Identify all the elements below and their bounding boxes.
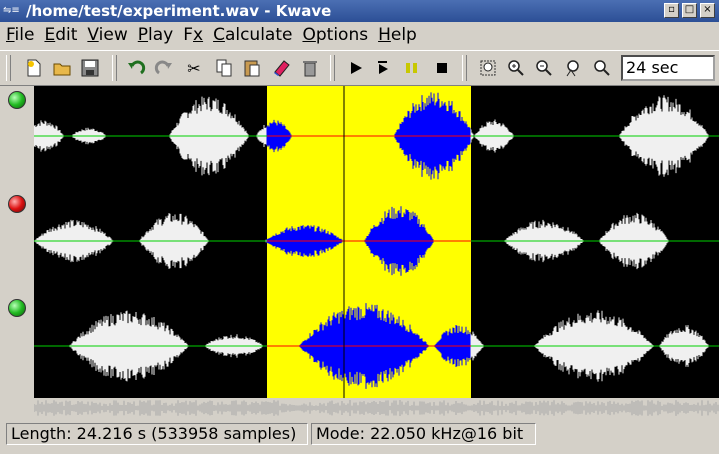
menu-fx-mnemonic: F: [183, 25, 193, 45]
undo-icon[interactable]: [124, 56, 148, 80]
pause-icon[interactable]: [400, 56, 424, 80]
menu-calculate[interactable]: Calculate: [213, 25, 292, 45]
menu-view-mnemonic: V: [87, 25, 99, 45]
erase-icon[interactable]: [270, 56, 294, 80]
menu-fx[interactable]: Fx: [183, 25, 203, 45]
overview-waveform: [33, 400, 719, 416]
toolbar-separator: [112, 55, 117, 81]
menu-calculate-label: alculate: [224, 25, 293, 45]
menu-edit-label: dit: [55, 25, 78, 45]
delete-icon[interactable]: [298, 56, 322, 80]
status-bar: Length: 24.216 s (533958 samples) Mode: …: [0, 421, 719, 447]
maximize-button[interactable]: □: [682, 3, 697, 18]
track-2-enable-led[interactable]: [8, 195, 26, 213]
track-panel: [0, 86, 34, 398]
menu-help-label: elp: [390, 25, 417, 45]
zoom-combo-value: 24 sec: [626, 58, 679, 77]
app-menu-icon[interactable]: ⇋≡: [3, 3, 23, 18]
menu-bar: File Edit View Play Fx Calculate Options…: [0, 22, 719, 48]
menu-options-label: ptions: [315, 25, 369, 45]
menu-options-mnemonic: O: [302, 25, 316, 45]
track-3-enable-led[interactable]: [8, 299, 26, 317]
zoom-combo[interactable]: 24 sec: [621, 55, 715, 81]
cut-icon[interactable]: ✂: [182, 56, 206, 80]
menu-file-label: ile: [14, 25, 35, 45]
track-3-waveform[interactable]: [34, 303, 719, 389]
stop-icon[interactable]: [430, 56, 454, 80]
menu-options[interactable]: Options: [302, 25, 368, 45]
menu-help-mnemonic: H: [378, 25, 391, 45]
toolbar-separator: [330, 55, 335, 81]
open-file-icon[interactable]: [50, 56, 74, 80]
menu-play[interactable]: Play: [138, 25, 173, 45]
signal-view[interactable]: [33, 86, 719, 398]
menu-edit[interactable]: Edit: [44, 25, 77, 45]
menu-view[interactable]: View: [87, 25, 127, 45]
save-file-icon[interactable]: [78, 56, 102, 80]
menu-file-mnemonic: F: [6, 25, 15, 45]
waveform-display[interactable]: [33, 86, 719, 398]
menu-view-label: iew: [98, 25, 128, 45]
menu-calculate-mnemonic: C: [213, 25, 225, 45]
overview-bar[interactable]: [33, 398, 719, 418]
close-button[interactable]: ×: [700, 3, 715, 18]
zoom-selection-icon[interactable]: [476, 56, 500, 80]
status-mode: Mode: 22.050 kHz@16 bit: [311, 423, 536, 445]
zoom-in-icon[interactable]: [504, 56, 528, 80]
minimize-button[interactable]: ▫: [664, 3, 679, 18]
zoom-all-icon[interactable]: [590, 56, 614, 80]
redo-icon[interactable]: [152, 56, 176, 80]
menu-help[interactable]: Help: [378, 25, 417, 45]
menu-edit-mnemonic: E: [44, 25, 56, 45]
track-1-enable-led[interactable]: [8, 91, 26, 109]
new-file-icon[interactable]: [22, 56, 46, 80]
loop-play-icon[interactable]: [372, 56, 396, 80]
menu-file[interactable]: File: [6, 25, 34, 45]
paste-icon[interactable]: [240, 56, 264, 80]
toolbar-grip[interactable]: [6, 55, 11, 81]
copy-icon[interactable]: [212, 56, 236, 80]
toolbar: ✂ 24 sec: [0, 50, 719, 86]
window-title: /home/test/experiment.wav - Kwave: [26, 2, 332, 20]
status-length: Length: 24.216 s (533958 samples): [6, 423, 308, 445]
zoom-normal-icon[interactable]: [562, 56, 586, 80]
toolbar-separator: [462, 55, 467, 81]
zoom-out-icon[interactable]: [532, 56, 556, 80]
menu-play-label: lay: [148, 25, 174, 45]
window-controls: ▫ □ ×: [664, 3, 715, 18]
title-bar: ⇋≡ /home/test/experiment.wav - Kwave ▫ □…: [0, 0, 719, 22]
menu-play-mnemonic: P: [137, 25, 149, 45]
play-icon[interactable]: [344, 56, 368, 80]
menu-fx-label: x: [193, 25, 204, 45]
